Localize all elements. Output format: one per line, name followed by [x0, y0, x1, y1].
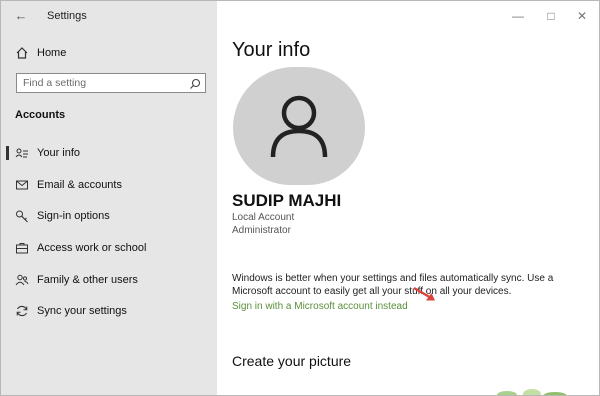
sidebar-item-your-info[interactable]: Your info — [1, 139, 217, 167]
red-arrow-annotation — [413, 286, 435, 301]
sidebar-item-label: Your info — [37, 147, 81, 159]
account-type: Local Account — [232, 212, 295, 223]
search-icon[interactable] — [189, 77, 201, 89]
person-card-icon — [15, 146, 29, 160]
titlebar: ← Settings — [1, 1, 217, 31]
create-picture-heading: Create your picture — [232, 353, 352, 369]
key-icon — [15, 209, 29, 223]
page-title: Your info — [232, 39, 311, 61]
person-icon — [270, 95, 328, 158]
briefcase-icon — [15, 241, 29, 255]
main-content: — □ ✕ Your info SUDIP MAJHI Local Accoun… — [217, 1, 599, 395]
sidebar: ← Settings Home Find a setting Accounts … — [1, 1, 217, 395]
sidebar-item-label: Email & accounts — [37, 179, 122, 191]
sidebar-item-email-accounts[interactable]: Email & accounts — [1, 171, 217, 199]
settings-window: ← Settings Home Find a setting Accounts … — [0, 0, 600, 396]
minimize-icon[interactable]: — — [511, 9, 525, 23]
search-input[interactable]: Find a setting — [16, 73, 206, 93]
people-icon — [15, 273, 29, 287]
maximize-icon[interactable]: □ — [544, 9, 558, 23]
section-title: Accounts — [15, 109, 66, 121]
nav-home[interactable]: Home — [1, 39, 217, 67]
plant-decoration — [497, 389, 567, 395]
sidebar-item-label: Sync your settings — [37, 305, 127, 317]
sidebar-item-label: Family & other users — [37, 274, 138, 286]
window-title: Settings — [47, 10, 87, 22]
mail-icon — [15, 178, 29, 192]
sync-description: Windows is better when your settings and… — [232, 273, 554, 297]
home-icon — [15, 46, 29, 60]
avatar — [233, 67, 365, 185]
sign-in-microsoft-link[interactable]: Sign in with a Microsoft account instead — [232, 301, 408, 312]
sidebar-item-access-work[interactable]: Access work or school — [1, 234, 217, 262]
back-arrow-icon[interactable]: ← — [13, 8, 29, 24]
sidebar-item-label: Access work or school — [37, 242, 147, 254]
search-placeholder: Find a setting — [23, 77, 87, 89]
user-name: SUDIP MAJHI — [232, 191, 342, 210]
sidebar-item-sync-settings[interactable]: Sync your settings — [1, 297, 217, 325]
nav-home-label: Home — [37, 47, 67, 59]
sync-icon — [15, 304, 29, 318]
sidebar-item-family-users[interactable]: Family & other users — [1, 266, 217, 294]
account-role: Administrator — [232, 225, 291, 236]
sidebar-item-label: Sign-in options — [37, 210, 110, 222]
sidebar-item-sign-in-options[interactable]: Sign-in options — [1, 202, 217, 230]
close-icon[interactable]: ✕ — [575, 9, 589, 23]
